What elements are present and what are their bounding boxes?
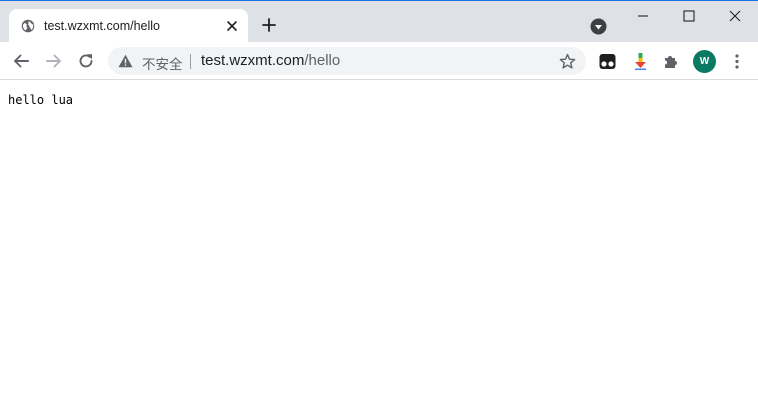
page-content: hello lua: [0, 81, 758, 407]
minimize-icon[interactable]: [636, 9, 650, 23]
tab-title: test.wzxmt.com/hello: [44, 19, 161, 33]
close-window-icon[interactable]: [728, 9, 742, 23]
maximize-icon[interactable]: [682, 9, 696, 23]
tab-search-icon[interactable]: [590, 18, 607, 35]
toolbar: 不安全 test.wzxmt.com/hello W: [0, 42, 758, 80]
extensions-puzzle-icon[interactable]: [663, 53, 680, 70]
page-body-text: hello lua: [8, 93, 74, 107]
reload-icon[interactable]: [77, 52, 95, 70]
url-host: test.wzxmt.com: [201, 52, 305, 69]
back-arrow-icon[interactable]: [12, 52, 30, 70]
tampermonkey-extension-icon[interactable]: [599, 53, 616, 70]
globe-icon: [21, 19, 35, 33]
omnibox-divider: [190, 54, 191, 69]
profile-avatar[interactable]: W: [693, 50, 716, 73]
url-path: /hello: [304, 52, 341, 69]
kebab-menu-icon[interactable]: [730, 53, 744, 70]
new-tab-icon[interactable]: [261, 17, 277, 33]
forward-arrow-icon[interactable]: [45, 52, 63, 70]
address-bar[interactable]: 不安全 test.wzxmt.com/hello: [108, 47, 586, 75]
not-secure-label[interactable]: 不安全: [142, 53, 183, 73]
warning-icon[interactable]: [118, 54, 133, 68]
close-tab-icon[interactable]: [225, 19, 239, 33]
download-extension-icon[interactable]: [632, 53, 649, 70]
url-text[interactable]: test.wzxmt.com/hello: [201, 52, 340, 69]
bookmark-star-icon[interactable]: [559, 53, 576, 70]
browser-tab[interactable]: test.wzxmt.com/hello: [9, 9, 248, 43]
title-bar: test.wzxmt.com/hello: [0, 1, 758, 43]
